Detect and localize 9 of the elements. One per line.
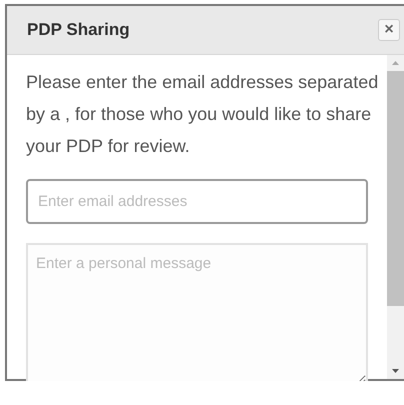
scrollbar[interactable] (387, 55, 404, 379)
message-field[interactable]: Enter a personal message (26, 243, 368, 381)
instructions-text: Please enter the email addresses separated by a , for those who you would like to share your PDP for review. (26, 71, 380, 158)
dialog-title: PDP Sharing (27, 20, 130, 40)
scrollbar-thumb[interactable] (387, 71, 404, 306)
email-field[interactable]: Enter email addresses (26, 179, 368, 224)
close-button[interactable]: × (378, 19, 400, 41)
scroll-down-icon[interactable] (392, 369, 399, 373)
scroll-up-icon[interactable] (392, 61, 399, 65)
